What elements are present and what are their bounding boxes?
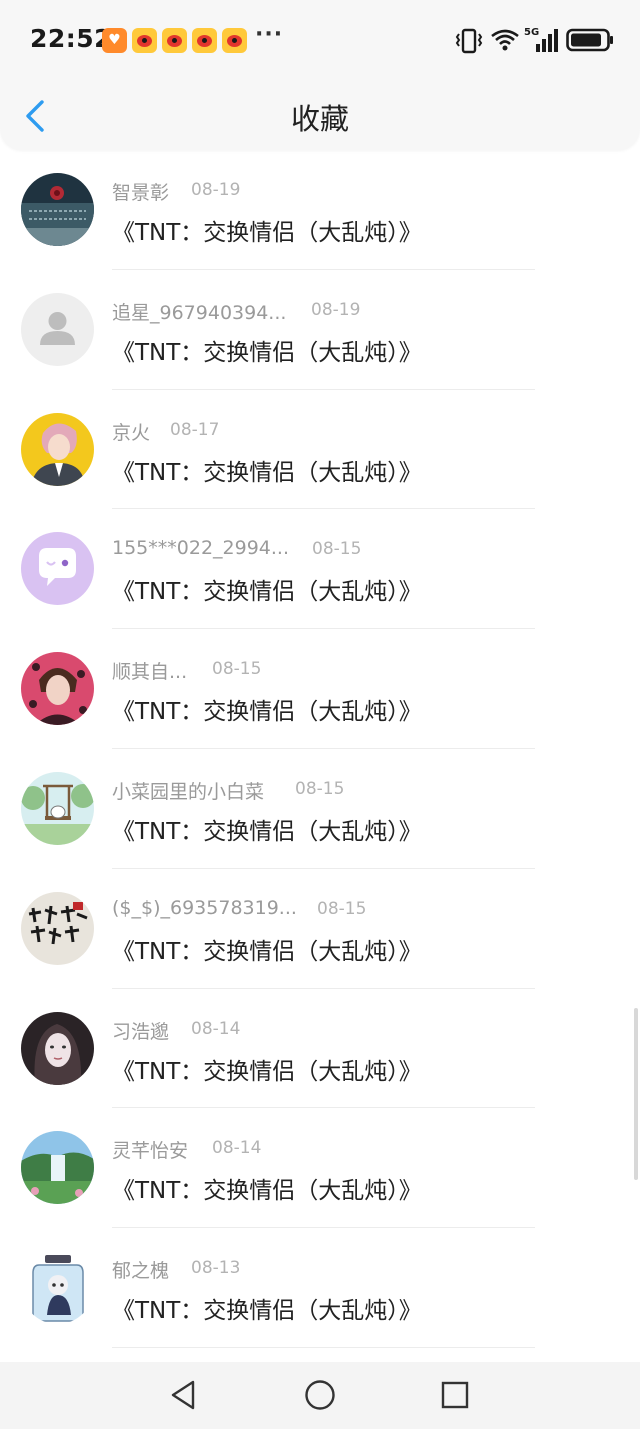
user-name: 顺其自... (112, 661, 188, 684)
user-name: 习浩邈 (112, 1020, 170, 1043)
favorite-date: 08-19 (311, 299, 361, 320)
avatar[interactable] (21, 1011, 94, 1085)
anime-boy-avatar (21, 412, 94, 486)
avatar[interactable] (21, 173, 94, 246)
divider (112, 1346, 535, 1348)
work-title[interactable]: 《TNT：交换情侣（大乱炖）》 (112, 1052, 422, 1086)
battery-icon (566, 28, 613, 52)
dark-rose-avatar (21, 173, 94, 246)
top-area: 22:52 ♥ ··· 5G 收藏 (0, 0, 640, 150)
navigation-bar: 收藏 (0, 80, 640, 150)
scrollbar[interactable] (634, 1008, 638, 1180)
favorite-date: 08-19 (191, 180, 241, 200)
pink-portrait-avatar (21, 652, 94, 726)
vibrate-icon (455, 28, 483, 54)
list-item[interactable]: 习浩邈 08-14 《TNT：交换情侣（大乱炖）》 (0, 989, 640, 1109)
list-item[interactable]: ($_$)_693578319... 08-15 《TNT：交换情侣（大乱炖）》 (0, 869, 640, 989)
avatar[interactable] (21, 771, 94, 845)
work-title[interactable]: 《TNT：交换情侣（大乱炖）》 (112, 213, 422, 247)
work-title[interactable]: 《TNT：交换情侣（大乱炖）》 (112, 1291, 422, 1325)
avatar[interactable] (21, 652, 94, 726)
favorites-list: 智景彰 08-19 《TNT：交换情侣（大乱炖）》 追星_967940394..… (0, 150, 640, 1348)
list-item[interactable]: 智景彰 08-19 《TNT：交换情侣（大乱炖）》 (0, 150, 640, 270)
favorite-date: 08-15 (317, 898, 367, 919)
list-item[interactable]: 小菜园里的小白菜 08-15 《TNT：交换情侣（大乱炖）》 (0, 749, 640, 869)
work-title[interactable]: 《TNT：交换情侣（大乱炖）》 (112, 572, 422, 606)
avatar[interactable] (21, 532, 94, 606)
status-bar: 22:52 ♥ ··· 5G (0, 0, 640, 80)
weibo-icon (132, 28, 157, 53)
favorite-date: 08-14 (212, 1138, 262, 1159)
avatar[interactable] (21, 1251, 94, 1325)
status-time: 22:52 (30, 24, 113, 53)
favorite-date: 08-15 (312, 539, 362, 560)
list-item[interactable]: 追星_967940394... 08-19 《TNT：交换情侣（大乱炖）》 (0, 270, 640, 390)
user-name: ($_$)_693578319... (112, 896, 297, 919)
avatar[interactable] (21, 412, 94, 486)
user-name: 灵芊怡安 (112, 1140, 189, 1163)
back-triangle-icon[interactable] (164, 1376, 202, 1414)
wifi-icon (491, 29, 519, 51)
network-label: 5G (524, 27, 539, 38)
work-title[interactable]: 《TNT：交换情侣（大乱炖）》 (112, 453, 422, 487)
favorite-date: 08-15 (295, 778, 345, 799)
work-title[interactable]: 《TNT：交换情侣（大乱炖）》 (112, 1171, 422, 1205)
girl-portrait-avatar (21, 1011, 94, 1085)
user-name: 小菜园里的小白菜 (112, 780, 265, 803)
user-name: 155***022_2994... (112, 537, 290, 560)
cartoon-swing-avatar (21, 771, 94, 845)
list-item[interactable]: 顺其自... 08-15 《TNT：交换情侣（大乱炖）》 (0, 629, 640, 749)
list-item[interactable]: 灵芊怡安 08-14 《TNT：交换情侣（大乱炖）》 (0, 1108, 640, 1229)
user-name: 智景彰 (112, 182, 170, 204)
notification-orange-icon: ♥ (102, 28, 127, 53)
favorite-date: 08-13 (191, 1258, 241, 1279)
list-item[interactable]: 郁之槐 08-13 《TNT：交换情侣（大乱炖）》 (0, 1228, 640, 1348)
home-circle-icon[interactable] (301, 1376, 339, 1414)
list-item[interactable]: 京火 08-17 《TNT：交换情侣（大乱炖）》 (0, 390, 640, 510)
user-name: 追星_967940394... (112, 301, 287, 324)
more-notifications-icon: ··· (255, 22, 284, 47)
weibo-icon (222, 28, 247, 53)
calligraphy-avatar (21, 891, 94, 965)
avatar[interactable] (21, 1131, 94, 1205)
waterfall-avatar (21, 1131, 94, 1205)
signal-icon: 5G (524, 27, 558, 52)
favorite-date: 08-14 (191, 1018, 241, 1039)
recents-square-icon[interactable] (436, 1376, 474, 1414)
page-title: 收藏 (290, 102, 349, 136)
default-person-avatar (21, 292, 94, 366)
purple-chat-avatar (21, 532, 94, 606)
work-title[interactable]: 《TNT：交换情侣（大乱炖）》 (112, 932, 422, 966)
work-title[interactable]: 《TNT：交换情侣（大乱炖）》 (112, 333, 422, 367)
system-navigation-bar (0, 1362, 640, 1429)
avatar[interactable] (21, 891, 94, 965)
weibo-icon (162, 28, 187, 53)
jar-figure-avatar (21, 1251, 94, 1325)
favorite-date: 08-15 (212, 659, 262, 680)
favorite-date: 08-17 (170, 419, 220, 440)
weibo-icon (192, 28, 217, 53)
user-name: 京火 (112, 421, 151, 444)
work-title[interactable]: 《TNT：交换情侣（大乱炖）》 (112, 812, 422, 846)
user-name: 郁之槐 (112, 1260, 170, 1283)
avatar[interactable] (21, 292, 94, 366)
work-title[interactable]: 《TNT：交换情侣（大乱炖）》 (112, 692, 422, 726)
list-item[interactable]: 155***022_2994... 08-15 《TNT：交换情侣（大乱炖）》 (0, 509, 640, 630)
